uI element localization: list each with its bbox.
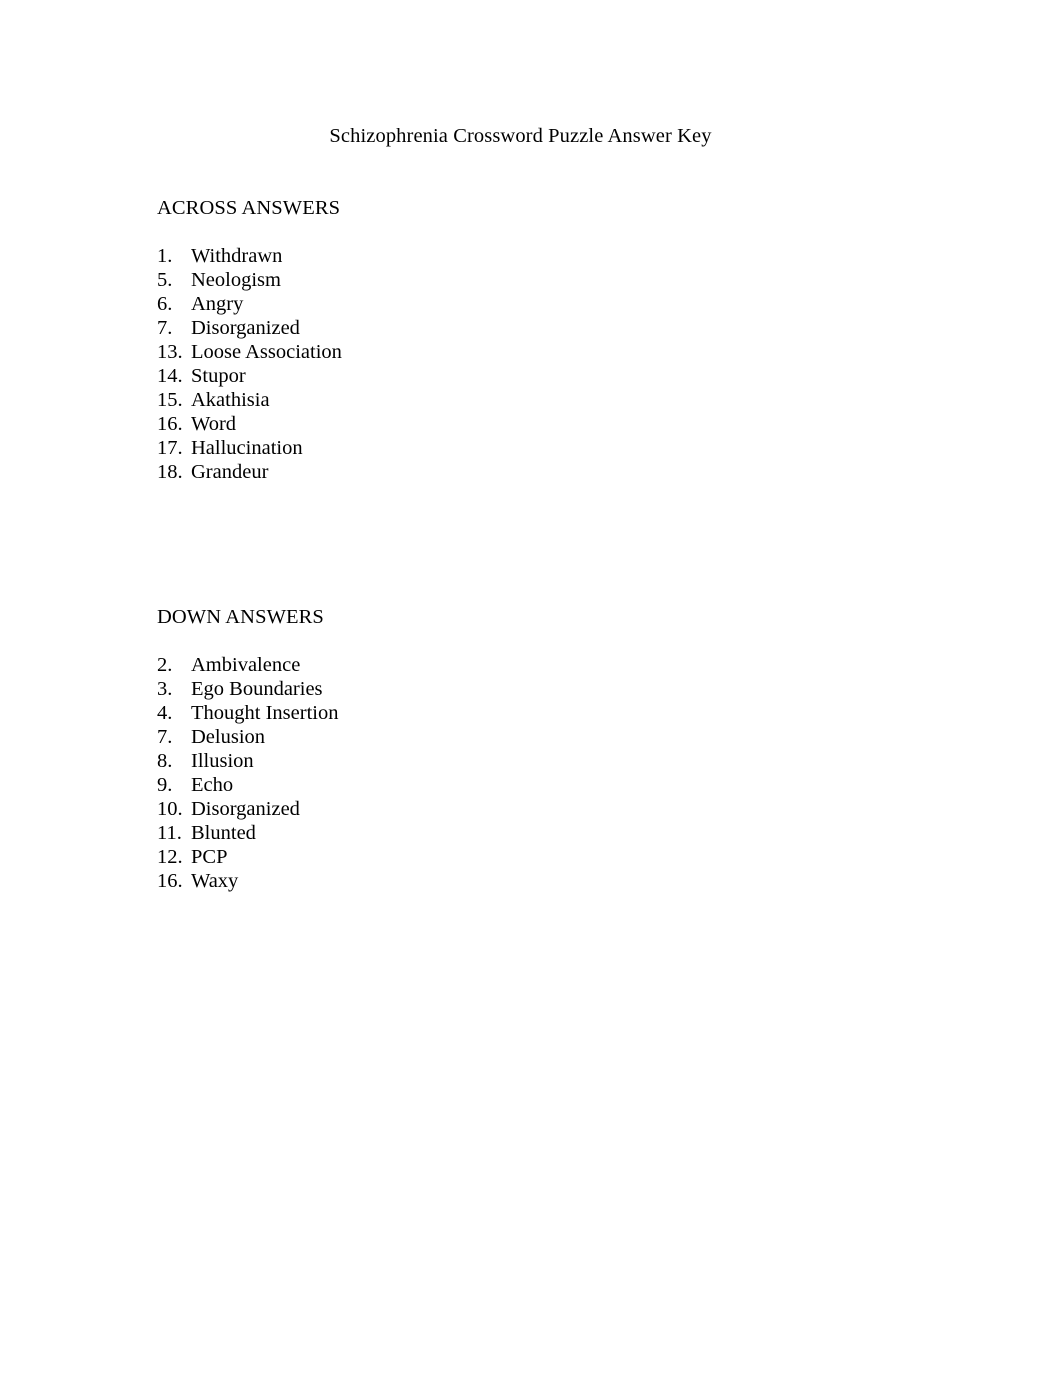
answer-text: Withdrawn	[191, 245, 283, 267]
answer-text: Thought Insertion	[191, 702, 339, 724]
answer-text: Echo	[191, 774, 234, 796]
answer-number: 10.	[157, 798, 183, 820]
answer-text: Stupor	[191, 365, 246, 387]
answer-list-item: 2. Ambivalence	[157, 653, 338, 677]
across-answers-list: 1. Withdrawn 5. Neologism 6. Angry 7. Disorgani…	[157, 244, 342, 484]
answer-number: 3.	[157, 678, 173, 700]
answer-number: 1.	[157, 245, 173, 267]
answer-list-item: 5. Neologism	[157, 268, 342, 292]
answer-list-item: 10. Disorganized	[157, 797, 338, 821]
answer-text: Illusion	[191, 750, 254, 772]
answer-text: Ego Boundaries	[191, 678, 323, 700]
answer-list-item: 8. Illusion	[157, 749, 338, 773]
answer-text: PCP	[191, 846, 228, 868]
answer-text: Disorganized	[191, 317, 300, 339]
answer-number: 16.	[157, 870, 183, 892]
answer-number: 2.	[157, 654, 173, 676]
answer-number: 11.	[157, 822, 182, 844]
answer-text: Disorganized	[191, 798, 300, 820]
answer-number: 7.	[157, 726, 173, 748]
down-answers-section: DOWN ANSWERS 2. Ambivalence 3. Ego Boundari…	[157, 605, 338, 893]
across-answers-heading: ACROSS ANSWERS	[157, 197, 341, 219]
answer-number: 5.	[157, 269, 173, 291]
document-page: Schizophrenia Crossword Puzzle Answer Ke…	[0, 0, 1062, 1377]
answer-number: 6.	[157, 293, 173, 315]
answer-list-item: 17. Hallucination	[157, 436, 342, 460]
answer-list-item: 3. Ego Boundaries	[157, 677, 338, 701]
answer-text: Blunted	[191, 822, 256, 844]
answer-text: Angry	[191, 293, 244, 315]
page-title: Schizophrenia Crossword Puzzle Answer Ke…	[329, 125, 712, 147]
answer-list-item: 16. Waxy	[157, 869, 338, 893]
answer-text: Hallucination	[191, 437, 303, 459]
answer-text: Delusion	[191, 726, 266, 748]
answer-text: Neologism	[191, 269, 281, 291]
answer-number: 7.	[157, 317, 173, 339]
answer-text: Loose Association	[191, 341, 342, 363]
answer-list-item: 6. Angry	[157, 292, 342, 316]
answer-list-item: 15. Akathisia	[157, 388, 342, 412]
answer-list-item: 7. Disorganized	[157, 316, 342, 340]
answer-number: 16.	[157, 413, 183, 435]
answer-list-item: 16. Word	[157, 412, 342, 436]
answer-list-item: 4. Thought Insertion	[157, 701, 338, 725]
answer-number: 9.	[157, 774, 173, 796]
answer-number: 18.	[157, 461, 183, 483]
answer-list-item: 9. Echo	[157, 773, 338, 797]
answer-text: Akathisia	[191, 389, 270, 411]
answer-list-item: 1. Withdrawn	[157, 244, 342, 268]
answer-number: 13.	[157, 341, 183, 363]
answer-list-item: 11. Blunted	[157, 821, 338, 845]
answer-text: Waxy	[191, 870, 239, 892]
answer-number: 17.	[157, 437, 183, 459]
answer-text: Grandeur	[191, 461, 269, 483]
answer-list-item: 14. Stupor	[157, 364, 342, 388]
down-answers-heading: DOWN ANSWERS	[157, 606, 324, 628]
answer-list-item: 13. Loose Association	[157, 340, 342, 364]
answer-list-item: 7. Delusion	[157, 725, 338, 749]
down-answers-list: 2. Ambivalence 3. Ego Boundaries 4. Thought I…	[157, 653, 338, 893]
answer-number: 12.	[157, 846, 183, 868]
answer-number: 14.	[157, 365, 183, 387]
across-answers-section: ACROSS ANSWERS 1. Withdrawn 5. Neologism 6. A…	[157, 196, 342, 484]
answer-text: Ambivalence	[191, 654, 301, 676]
answer-list-item: 18. Grandeur	[157, 460, 342, 484]
answer-list-item: 12. PCP	[157, 845, 338, 869]
answer-number: 15.	[157, 389, 183, 411]
answer-text: Word	[191, 413, 237, 435]
answer-number: 8.	[157, 750, 173, 772]
answer-number: 4.	[157, 702, 173, 724]
